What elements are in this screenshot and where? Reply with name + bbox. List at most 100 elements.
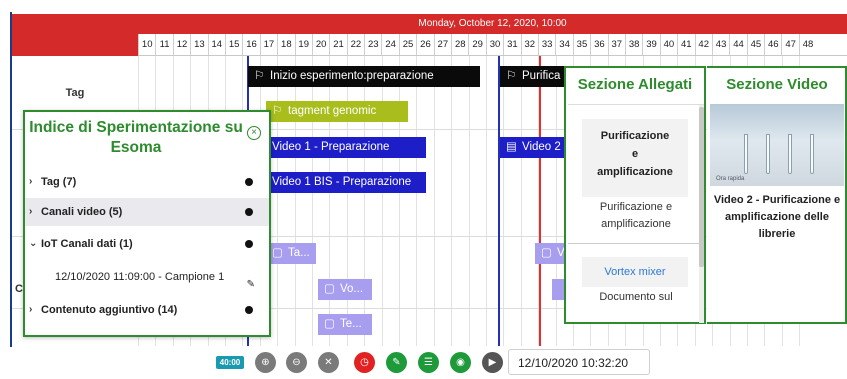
fit-icon[interactable]: ✕	[318, 352, 339, 373]
grid-line	[555, 56, 557, 346]
tick-label: 24	[381, 34, 398, 55]
event-label: Video 2	[522, 141, 561, 153]
tick-label: 21	[329, 34, 346, 55]
video-panel: Sezione Video Ora rapida Video 2 - Purif…	[707, 66, 847, 324]
event-ta[interactable]: ▢ Ta...	[266, 243, 316, 264]
zoom-in-icon[interactable]: ⊕	[255, 352, 276, 373]
tick-label: 20	[311, 34, 329, 55]
tick-label: 33	[537, 34, 555, 55]
index-item-label: Contenuto aggiuntivo (14)	[41, 304, 178, 316]
event-video1bis[interactable]: Video 1 BIS - Preparazione	[266, 172, 426, 193]
event-tagment[interactable]: ⚐ tagment genomic	[266, 101, 408, 122]
attachment-description: Purificazione e amplificazione	[572, 199, 700, 233]
tick-label: 32	[520, 34, 538, 55]
scrollbar[interactable]	[699, 105, 704, 323]
tube-shape	[744, 134, 748, 174]
thumbnail-caption: Ora rapida	[716, 176, 745, 182]
attachment-description-line: amplificazione	[601, 218, 671, 230]
event-inizio[interactable]: ⚐ Inizio esperimento:preparazione	[248, 66, 480, 87]
tick-label: 17	[259, 34, 277, 55]
tick-label: 11	[155, 34, 172, 55]
attachment-description: Documento sul	[599, 291, 673, 303]
attachment-card[interactable]: Purificazione e amplificazione	[582, 119, 688, 197]
event-label: Vo...	[340, 283, 364, 295]
header-corner	[12, 14, 138, 56]
tick-label: 40	[659, 34, 677, 55]
tick-label: 25	[398, 34, 416, 55]
tick-label: 41	[677, 34, 694, 55]
index-subitem[interactable]: 12/10/2020 11:09:00 - Campione 1 ✎	[25, 264, 269, 290]
tick-label: 10	[138, 34, 155, 55]
attachment-link-vortex[interactable]: Vortex mixer	[582, 257, 688, 287]
tick-label: 45	[746, 34, 764, 55]
tick-label: 13	[190, 34, 207, 55]
document-icon: ▢	[541, 247, 552, 259]
event-label: Inizio esperimento:preparazione	[270, 70, 434, 82]
index-item-label: Tag (7)	[41, 176, 77, 188]
scrollbar-thumb[interactable]	[699, 107, 704, 267]
playback-toolbar: 40:00 ⊕ ⊖ ✕ ◷ ✎ ☰ ◉ ▶ 12/10/2020 10:32:2…	[0, 346, 847, 379]
grid-line	[451, 56, 453, 346]
play-icon[interactable]: ▶	[482, 352, 503, 373]
event-label: Te...	[340, 318, 362, 330]
index-item-iot[interactable]: ⌄ IoT Canali dati (1)	[25, 230, 269, 258]
grid-line	[486, 56, 487, 346]
index-item-canali-video[interactable]: › Canali video (5)	[25, 198, 269, 226]
current-time-line	[539, 56, 541, 346]
event-label: Video 1 - Preparazione	[272, 141, 390, 153]
event-clipped[interactable]	[552, 279, 564, 300]
eye-icon[interactable]: ◉	[450, 352, 471, 373]
video-thumbnail[interactable]: Ora rapida	[710, 104, 844, 186]
tick-label: 43	[711, 34, 729, 55]
grid-line	[520, 56, 522, 346]
event-video2[interactable]: ▤ Video 2	[500, 137, 564, 158]
tick-label: 29	[468, 34, 485, 55]
tick-label: 31	[503, 34, 520, 55]
allegati-title: Sezione Allegati	[577, 76, 693, 93]
event-v[interactable]: ▢ V	[535, 243, 565, 264]
index-panel: Indice di Sperimentazione su Esoma × › T…	[23, 110, 271, 337]
chevron-right-icon: ›	[29, 206, 33, 217]
chevron-right-icon: ›	[29, 176, 33, 187]
tube-shape	[766, 134, 770, 174]
tick-label: 44	[729, 34, 746, 55]
flag-icon: ⚐	[272, 105, 283, 117]
event-label: tagment genomic	[288, 105, 377, 117]
tick-label: 39	[642, 34, 659, 55]
close-icon[interactable]: ×	[247, 126, 261, 140]
grid-line	[433, 56, 435, 346]
zoom-out-icon[interactable]: ⊖	[286, 352, 307, 373]
tick-label: 37	[607, 34, 625, 55]
event-purifica[interactable]: ⚐ Purifica	[500, 66, 564, 87]
grid-line	[468, 56, 470, 346]
duration-badge: 40:00	[216, 356, 244, 369]
index-item-label: IoT Canali dati (1)	[41, 238, 133, 250]
clock-icon[interactable]: ◷	[354, 352, 375, 373]
timeline-ticks: 10 11 12 13 14 15 16 17 18 19 20 21 22 23 24 25 26 27 28 29…	[138, 34, 847, 56]
tick-label: 30	[485, 34, 503, 55]
allegati-panel: Sezione Allegati Purificazione e amplifi…	[564, 66, 706, 324]
grid-line	[329, 56, 331, 346]
grid-line	[399, 56, 400, 346]
edit-icon[interactable]: ✎	[386, 352, 407, 373]
tick-label: 22	[346, 34, 364, 55]
datetime-field[interactable]: 12/10/2020 10:32:20	[508, 349, 650, 375]
tick-label: 18	[277, 34, 294, 55]
add-icon[interactable]	[245, 306, 253, 314]
index-item-contenuto[interactable]: › Contenuto aggiuntivo (14)	[25, 296, 269, 324]
add-icon[interactable]	[245, 240, 253, 248]
add-icon[interactable]	[245, 178, 253, 186]
tick-label: 14	[207, 34, 225, 55]
attachment-title-line: e	[631, 148, 639, 160]
document-icon: ▢	[324, 318, 335, 330]
range-marker-line	[498, 56, 500, 346]
add-icon[interactable]	[245, 208, 253, 216]
index-item-tag[interactable]: › Tag (7)	[25, 168, 269, 196]
grid-line	[364, 56, 366, 346]
event-te[interactable]: ▢ Te...	[318, 314, 372, 335]
tick-label: 42	[694, 34, 712, 55]
event-video1[interactable]: Video 1 - Preparazione	[266, 137, 426, 158]
event-vo[interactable]: ▢ Vo...	[318, 279, 372, 300]
list-icon[interactable]: ☰	[418, 352, 439, 373]
edit-icon[interactable]: ✎	[247, 272, 255, 298]
